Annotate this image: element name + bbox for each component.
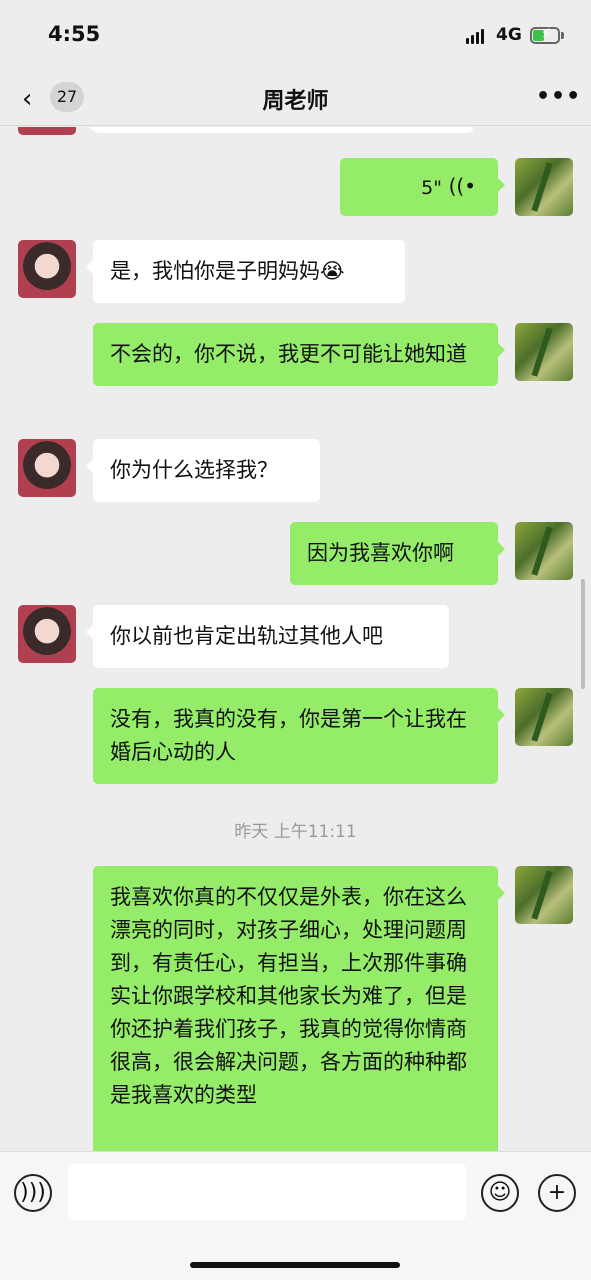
voice-input-icon[interactable]: )))	[14, 1174, 52, 1212]
message-text: 没有，我真的没有，你是第一个让我在婚后心动的人	[110, 707, 467, 764]
contact-avatar[interactable]	[18, 605, 76, 663]
my-avatar[interactable]	[515, 522, 573, 580]
status-time: 4:55	[48, 22, 101, 46]
message-bubble[interactable]: 不会的，你不说，我更不可能让她知道	[93, 323, 505, 386]
message-text: 因为我喜欢你啊	[307, 541, 454, 565]
message-list[interactable]: 5" ((• 是，我怕你是子明妈妈😭 不会的，你不说，我更不可能让她知道 你为什…	[0, 127, 591, 1151]
my-avatar[interactable]	[515, 866, 573, 924]
contact-avatar[interactable]	[18, 439, 76, 497]
network-label: 4G	[496, 25, 522, 45]
message-bubble[interactable]: 因为我喜欢你啊	[290, 522, 505, 585]
message-bubble[interactable]: 是，我怕你是子明妈妈😭	[86, 240, 405, 303]
message-text: 你以前也肯定出轨过其他人吧	[110, 624, 383, 648]
signal-icon	[466, 29, 484, 44]
home-indicator	[190, 1262, 400, 1268]
more-options-icon[interactable]: •••	[536, 84, 581, 109]
status-bar: 4:55 4G ⚡	[0, 0, 591, 70]
message-bubble[interactable]: 我喜欢你真的不仅仅是外表，你在这么漂亮的同时，对孩子细心，处理问题周到，有责任心…	[93, 866, 505, 1151]
message-text: 不会的，你不说，我更不可能让她知道	[110, 342, 467, 366]
message-text: 你为什么选择我？	[110, 458, 278, 482]
battery-tip	[561, 32, 564, 39]
emoji-icon[interactable]: ☺	[481, 1174, 519, 1212]
contact-avatar[interactable]	[18, 240, 76, 298]
chat-header: ‹ 27 周老师 •••	[0, 70, 591, 126]
battery-icon: ⚡	[530, 26, 560, 44]
my-avatar[interactable]	[515, 158, 573, 216]
message-text: 我喜欢你真的不仅仅是外表，你在这么漂亮的同时，对孩子细心，处理问题周到，有责任心…	[110, 885, 467, 1107]
message-bubble[interactable]: 你为什么选择我？	[86, 439, 320, 502]
voice-wave-icon: ((•	[448, 174, 476, 198]
my-avatar[interactable]	[515, 688, 573, 746]
scrollbar[interactable]	[581, 579, 585, 689]
message-bubble-partial	[86, 127, 473, 133]
contact-avatar[interactable]	[18, 127, 76, 135]
message-bubble[interactable]: 没有，我真的没有，你是第一个让我在婚后心动的人	[93, 688, 505, 784]
add-icon[interactable]: +	[538, 1174, 576, 1212]
message-bubble[interactable]: 你以前也肯定出轨过其他人吧	[86, 605, 449, 668]
input-bar: ))) ☺ +	[0, 1151, 591, 1280]
message-text: 是，我怕你是子明妈妈😭	[110, 259, 345, 283]
voice-message-bubble[interactable]: 5" ((•	[340, 158, 505, 216]
voice-duration: 5"	[421, 177, 442, 199]
chat-title: 周老师	[262, 89, 329, 114]
message-timestamp: 昨天 上午11:11	[234, 822, 357, 842]
my-avatar[interactable]	[515, 323, 573, 381]
message-input[interactable]	[68, 1164, 466, 1220]
